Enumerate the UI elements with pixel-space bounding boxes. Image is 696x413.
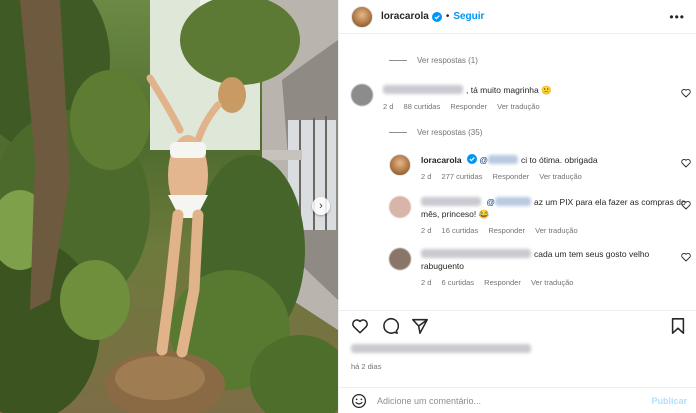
commenter-avatar[interactable] [389, 196, 411, 218]
comment-meta: 2 d 88 curtidas Responder Ver tradução [383, 101, 691, 113]
comment-likes[interactable]: 277 curtidas [442, 172, 483, 181]
commenter-avatar[interactable] [351, 84, 373, 106]
post-time: há 2 dias [351, 362, 382, 371]
replies-divider [389, 132, 407, 133]
comment-input[interactable] [377, 395, 627, 406]
reply-username[interactable]: loracarola [421, 155, 462, 165]
comment-likes[interactable]: 6 curtidas [442, 278, 475, 287]
translate-button[interactable]: Ver tradução [497, 102, 540, 111]
comment-time: 2 d [421, 226, 432, 235]
reply-item: @ az um PIX para ela fazer as compras do … [389, 196, 691, 237]
comment-time: 2 d [421, 278, 432, 287]
translate-button[interactable]: Ver tradução [535, 226, 578, 235]
comment-text: , tá muito magrinha 😕 [466, 85, 552, 95]
photo-illustration [0, 0, 338, 413]
blurred-mention [488, 155, 519, 164]
post-photo[interactable]: › [0, 0, 338, 413]
reply-item: loracarola @ ci to ótima. obrigada 2 d 27… [389, 154, 691, 183]
comment-meta: 2 d 277 curtidas Responder Ver tradução [421, 171, 691, 183]
comments-list: Ver respostas (1) , tá muito magrinha 😕 … [339, 34, 696, 306]
verified-badge-icon [431, 11, 442, 22]
publish-button[interactable]: Publicar [651, 396, 687, 406]
comment-likes[interactable]: 16 curtidas [442, 226, 479, 235]
comment-time: 2 d [421, 172, 432, 181]
comment-time: 2 d [383, 102, 394, 111]
heart-icon[interactable] [681, 200, 691, 210]
separator-dot: • [445, 11, 450, 22]
mention-prefix[interactable]: @ [486, 197, 495, 207]
more-options-icon[interactable]: ••• [669, 10, 685, 24]
emoji-icon[interactable] [351, 393, 367, 409]
heart-icon[interactable] [681, 252, 691, 262]
post-side-panel: loracarola • Seguir ••• Ver respostas (1… [338, 0, 696, 413]
follow-button[interactable]: Seguir [453, 11, 484, 22]
view-replies-button[interactable]: Ver respostas (35) [389, 128, 482, 137]
commenter-avatar[interactable] [389, 248, 411, 270]
view-replies-label: Ver respostas (35) [417, 128, 483, 137]
translate-button[interactable]: Ver tradução [531, 278, 574, 287]
bookmark-icon[interactable] [669, 317, 687, 335]
comment-icon[interactable] [381, 317, 399, 335]
mention-prefix[interactable]: @ [479, 155, 488, 165]
heart-icon[interactable] [681, 88, 691, 98]
likes-summary[interactable] [351, 344, 534, 354]
heart-icon[interactable] [351, 317, 369, 335]
add-comment-bar: Publicar [339, 387, 696, 413]
replies-divider [389, 60, 407, 61]
blurred-mention [495, 197, 532, 206]
chevron-right-icon[interactable]: › [312, 197, 330, 215]
share-icon[interactable] [411, 317, 429, 335]
author-avatar[interactable] [389, 154, 411, 176]
reply-button[interactable]: Responder [450, 102, 487, 111]
comment-meta: 2 d 6 curtidas Responder Ver tradução [421, 277, 691, 289]
reply-text: ci to ótima. obrigada [521, 155, 598, 165]
blurred-username [421, 249, 531, 258]
comment-likes[interactable]: 88 curtidas [404, 102, 441, 111]
author-avatar[interactable] [351, 5, 373, 28]
comment-meta: 2 d 16 curtidas Responder Ver tradução [421, 225, 691, 237]
reply-button[interactable]: Responder [488, 226, 525, 235]
reply-item: cada um tem seus gosto velho rabuguento … [389, 248, 691, 289]
blurred-username [383, 85, 463, 94]
translate-button[interactable]: Ver tradução [539, 172, 582, 181]
post-header: loracarola • Seguir ••• [339, 0, 696, 34]
blurred-username [421, 197, 481, 206]
comment-item: , tá muito magrinha 😕 2 d 88 curtidas Re… [351, 84, 691, 113]
reply-button[interactable]: Responder [492, 172, 529, 181]
view-replies-label: Ver respostas (1) [417, 56, 478, 65]
heart-icon[interactable] [681, 158, 691, 168]
verified-badge-icon [467, 154, 478, 164]
post-actions [339, 310, 696, 338]
blurred-likes [351, 344, 531, 353]
reply-button[interactable]: Responder [484, 278, 521, 287]
author-username[interactable]: loracarola [381, 11, 429, 22]
view-replies-button[interactable]: Ver respostas (1) [389, 56, 478, 65]
